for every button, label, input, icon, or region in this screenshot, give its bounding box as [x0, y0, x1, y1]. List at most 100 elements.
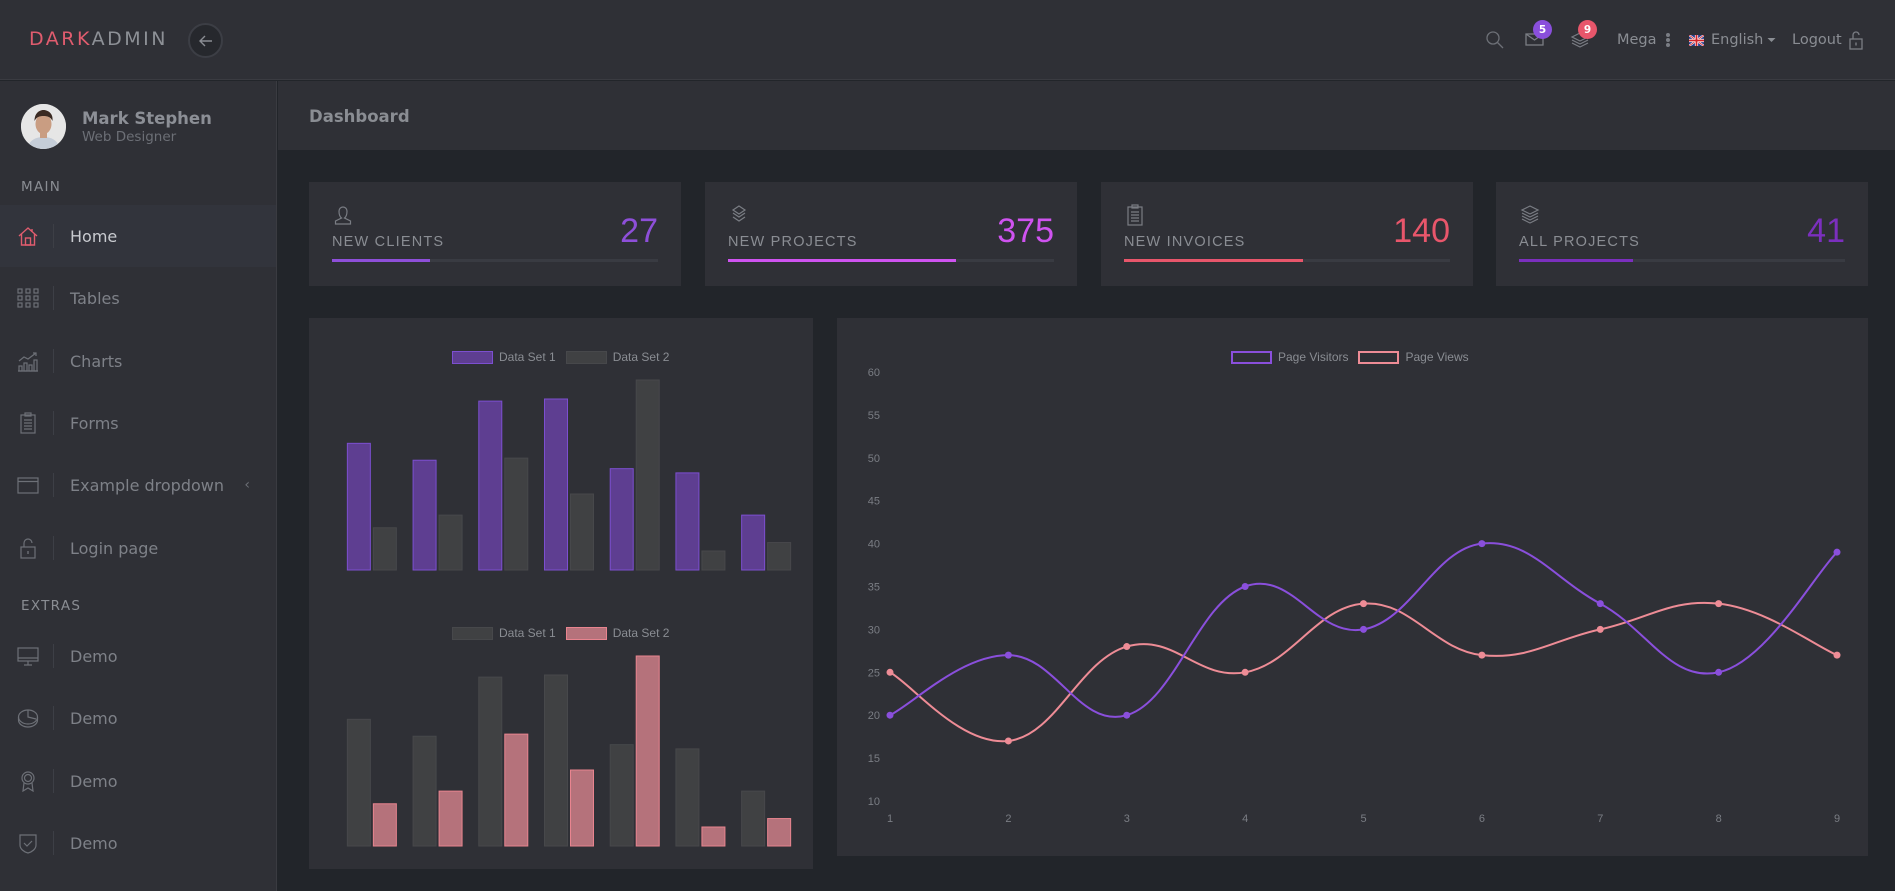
sidebar-item-demo-2[interactable]: Demo [0, 687, 276, 749]
bar-data-set-2-6[interactable] [701, 826, 726, 847]
progress-fill [728, 259, 957, 262]
legend-label: Data Set 1 [499, 350, 556, 364]
sidebar-item-example-dropdown[interactable]: Example dropdown ‹ [0, 454, 276, 516]
stat-value: 27 [620, 212, 658, 250]
stat-label: NEW CLIENTS [332, 234, 445, 250]
bar-data-set-2-4[interactable] [570, 769, 594, 847]
progress-fill [332, 259, 430, 262]
point-page-visitors-1[interactable] [886, 711, 894, 719]
brand-logo[interactable]: DARKADMIN [29, 28, 168, 50]
notifications-button[interactable] [1570, 0, 1590, 80]
bar-data-set-2-3[interactable] [504, 457, 529, 571]
legend-item[interactable]: Data Set 1 [452, 626, 556, 640]
legend-item[interactable]: Data Set 2 [565, 350, 669, 364]
point-page-visitors-6[interactable] [1478, 540, 1486, 548]
point-page-views-2[interactable] [1004, 737, 1012, 745]
point-page-views-3[interactable] [1123, 643, 1131, 651]
point-page-views-1[interactable] [886, 668, 894, 676]
point-page-views-9[interactable] [1833, 651, 1841, 659]
bar-data-set-1-4[interactable] [544, 674, 568, 847]
layers-icon [731, 205, 747, 222]
bar-data-set-1-5[interactable] [609, 468, 634, 571]
bar-data-set-1-6[interactable] [675, 472, 700, 571]
x-tick-label: 6 [1479, 813, 1485, 825]
x-tick-label: 4 [1242, 813, 1248, 825]
logout-label: Logout [1792, 32, 1842, 48]
legend-swatch [452, 350, 493, 364]
user-profile[interactable]: Mark Stephen Web Designer [21, 104, 212, 149]
legend-item[interactable]: Data Set 2 [565, 626, 669, 640]
stat-label: NEW PROJECTS [728, 234, 858, 250]
sidebar-item-forms[interactable]: Forms [0, 392, 276, 454]
legend-item[interactable]: Data Set 1 [452, 350, 556, 364]
stat-value: 140 [1393, 212, 1450, 250]
line-chart: 60555045403530252015101 2 3 4 5 6 7 8 9 [868, 367, 1841, 825]
point-page-visitors-2[interactable] [1004, 651, 1012, 659]
bar-data-set-1-2[interactable] [412, 735, 437, 847]
y-tick-label: 45 [868, 496, 880, 508]
brand-part-1: DARK [29, 28, 92, 50]
bar-data-set-1-2[interactable] [412, 459, 437, 571]
bar-data-set-2-2[interactable] [438, 790, 463, 847]
progress-fill [1124, 259, 1304, 262]
language-dropdown[interactable]: English [1689, 0, 1776, 80]
logout-button[interactable]: Logout [1792, 0, 1864, 80]
search-icon [1486, 31, 1504, 49]
sidebar-item-demo-4[interactable]: Demo [0, 812, 276, 874]
top-navbar: DARKADMIN 5 9 Mega English Logout [0, 0, 1895, 80]
x-tick-label: 1 [887, 813, 893, 825]
point-page-visitors-3[interactable] [1123, 711, 1131, 719]
search-button[interactable] [1485, 0, 1505, 80]
notifications-badge: 9 [1578, 20, 1597, 39]
arrow-left-icon [198, 35, 212, 46]
point-page-visitors-4[interactable] [1241, 583, 1249, 590]
bar-data-set-2-2[interactable] [438, 514, 463, 571]
mega-label: Mega [1617, 32, 1657, 48]
sidebar-item-home[interactable]: Home [0, 205, 276, 267]
bar-chart-1 [346, 379, 792, 571]
bar-data-set-2-1[interactable] [372, 803, 397, 847]
bar-data-set-2-7[interactable] [767, 818, 792, 847]
bar-data-set-2-3[interactable] [504, 733, 529, 847]
point-page-views-5[interactable] [1360, 600, 1367, 608]
sidebar-item-demo-3[interactable]: Demo [0, 750, 276, 812]
point-page-visitors-9[interactable] [1833, 548, 1841, 556]
toggle-sidebar-button[interactable] [188, 23, 223, 58]
point-page-visitors-7[interactable] [1596, 600, 1604, 608]
sidebar-item-label: Tables [70, 288, 120, 308]
bar-data-set-1-1[interactable] [346, 442, 371, 571]
bar-data-set-2-5[interactable] [635, 379, 660, 571]
point-page-visitors-5[interactable] [1360, 625, 1367, 633]
bar-data-set-2-7[interactable] [767, 542, 792, 571]
bar-data-set-2-1[interactable] [372, 527, 397, 571]
profile-name: Mark Stephen [82, 108, 212, 128]
brand-part-2: ADMIN [91, 28, 168, 50]
point-page-views-4[interactable] [1241, 668, 1249, 676]
messages-button[interactable] [1525, 0, 1545, 80]
progress-bar [728, 259, 1054, 262]
sidebar-item-login-page[interactable]: Login page [0, 517, 276, 579]
progress-bar [1519, 259, 1845, 262]
bar-data-set-1-5[interactable] [609, 744, 634, 847]
sidebar-item-label: Demo [70, 646, 118, 666]
mega-menu-button[interactable]: Mega [1617, 0, 1672, 80]
sidebar-item-demo-1[interactable]: Demo [0, 625, 276, 687]
bar-data-set-2-4[interactable] [570, 493, 594, 571]
sidebar-item-tables[interactable]: Tables [0, 267, 276, 329]
point-page-views-7[interactable] [1596, 625, 1604, 633]
unlock-icon [20, 538, 36, 559]
separator [53, 473, 54, 497]
bar-data-set-1-7[interactable] [741, 514, 766, 571]
bar-data-set-1-4[interactable] [544, 398, 568, 571]
bar-data-set-2-5[interactable] [635, 655, 660, 847]
bar-data-set-2-6[interactable] [701, 550, 726, 571]
point-page-visitors-8[interactable] [1715, 668, 1723, 676]
bar-data-set-1-7[interactable] [741, 790, 766, 847]
point-page-views-8[interactable] [1715, 600, 1723, 608]
bar-data-set-1-3[interactable] [478, 400, 503, 571]
point-page-views-6[interactable] [1478, 651, 1486, 659]
bar-data-set-1-1[interactable] [346, 718, 371, 847]
sidebar-item-charts[interactable]: Charts [0, 330, 276, 392]
bar-data-set-1-3[interactable] [478, 676, 503, 847]
bar-data-set-1-6[interactable] [675, 748, 700, 847]
